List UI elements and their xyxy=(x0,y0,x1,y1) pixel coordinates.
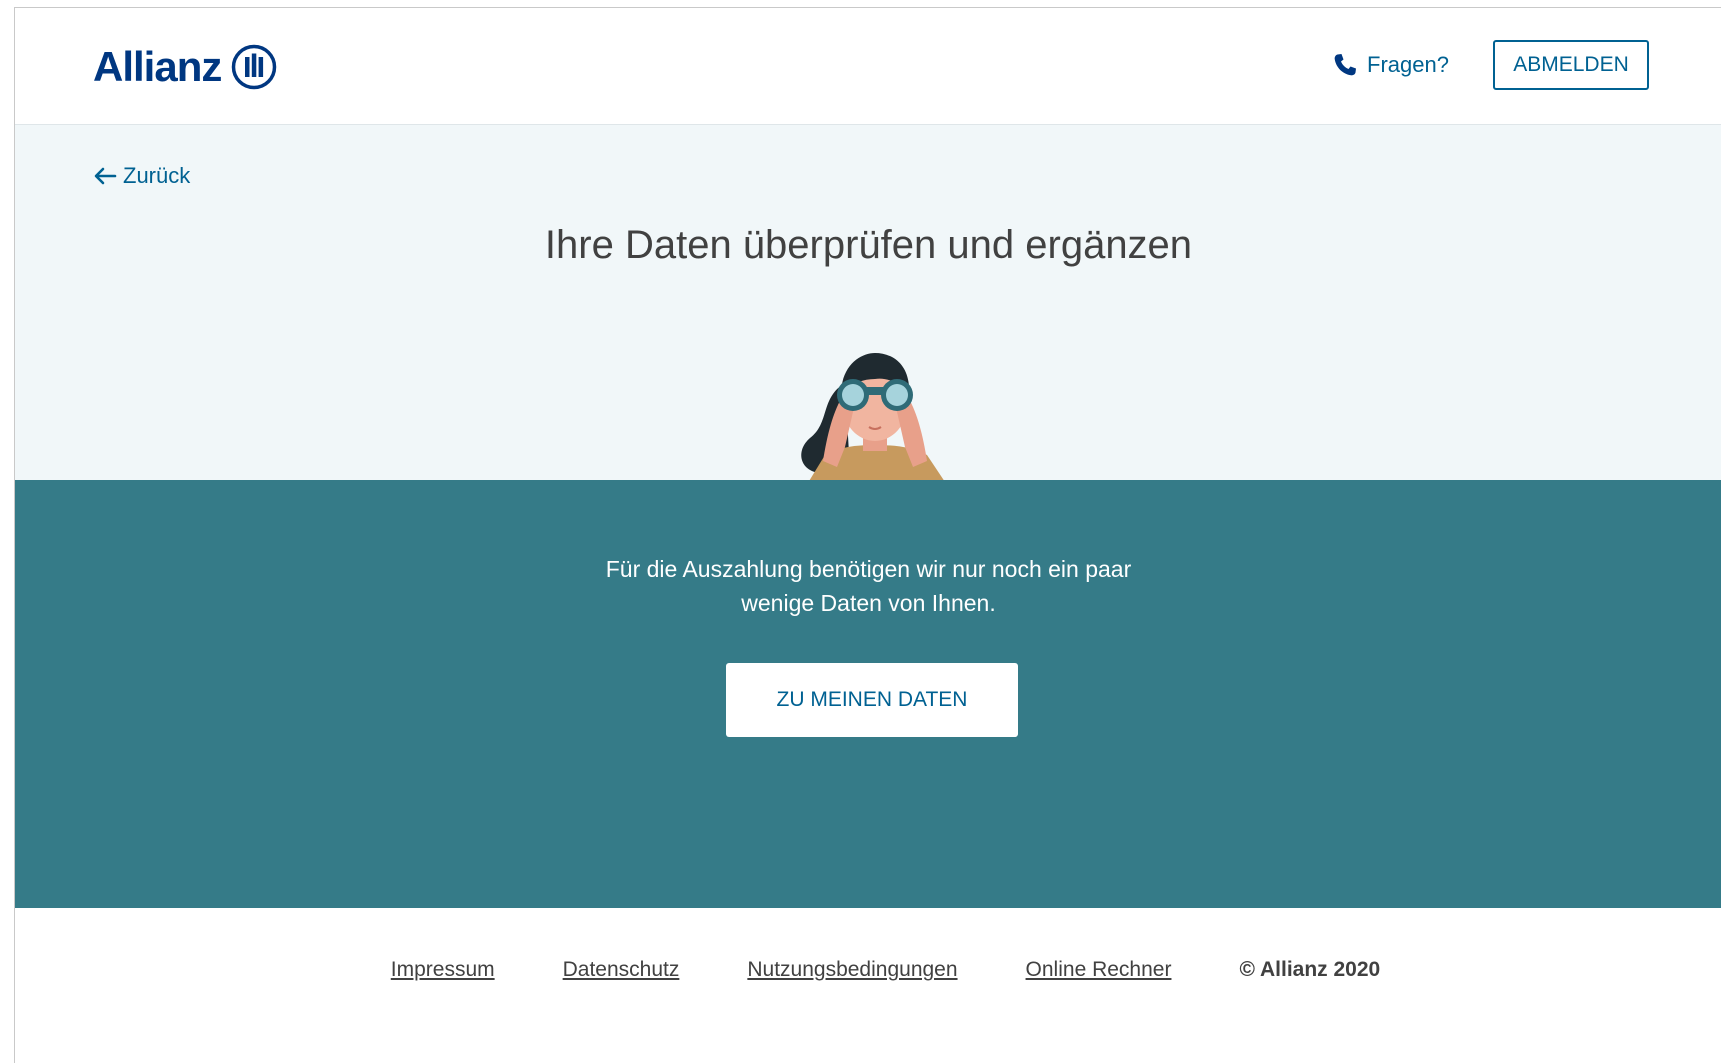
logo-wordmark: Allianz xyxy=(93,43,222,90)
info-message-line-2: wenige Daten von Ihnen. xyxy=(741,590,996,616)
info-message: Für die Auszahlung benötigen wir nur noc… xyxy=(15,552,1721,620)
allianz-logo-icon xyxy=(232,44,277,90)
top-header: Allianz Fragen? ABMELDEN xyxy=(15,8,1721,125)
phone-icon xyxy=(1334,54,1356,76)
browser-viewport: Allianz Fragen? ABMELDEN Zurück Ihre Dat… xyxy=(14,7,1721,1063)
to-my-data-button[interactable]: ZU MEINEN DATEN xyxy=(726,663,1018,737)
logout-button[interactable]: ABMELDEN xyxy=(1493,40,1649,90)
help-link[interactable]: Fragen? xyxy=(1331,51,1449,79)
back-link[interactable]: Zurück xyxy=(93,163,190,189)
info-band: Für die Auszahlung benötigen wir nur noc… xyxy=(15,480,1721,908)
footer-link-nutzungsbedingungen[interactable]: Nutzungsbedingungen xyxy=(747,958,957,982)
footer-link-online-rechner[interactable]: Online Rechner xyxy=(1026,958,1172,982)
footer-links: Impressum Datenschutz Nutzungsbedingunge… xyxy=(15,958,1721,982)
binoculars-woman-illustration xyxy=(801,353,951,491)
info-message-line-1: Für die Auszahlung benötigen wir nur noc… xyxy=(605,556,1132,582)
arrow-left-icon xyxy=(94,167,117,185)
footer: Impressum Datenschutz Nutzungsbedingunge… xyxy=(15,908,1721,1063)
help-label: Fragen? xyxy=(1367,52,1449,77)
copyright: © Allianz 2020 xyxy=(1239,958,1381,981)
footer-link-impressum[interactable]: Impressum xyxy=(391,958,495,982)
page-title: Ihre Daten überprüfen und ergänzen xyxy=(544,223,1193,267)
footer-link-datenschutz[interactable]: Datenschutz xyxy=(563,958,680,982)
allianz-logo[interactable]: Allianz xyxy=(93,41,277,93)
back-label: Zurück xyxy=(123,163,191,188)
hero-section: Zurück Ihre Daten überprüfen und ergänze… xyxy=(15,125,1721,491)
